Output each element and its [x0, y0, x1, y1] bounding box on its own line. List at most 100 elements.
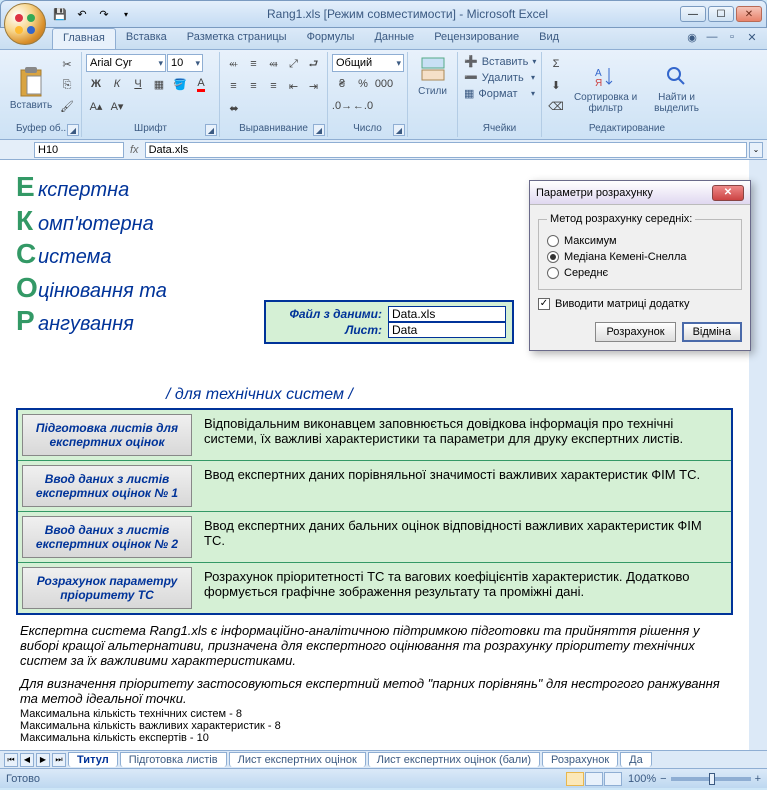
last-sheet-icon[interactable]: ⏭	[52, 753, 66, 767]
dialog-close-button[interactable]: ✕	[712, 185, 744, 201]
menu-btn-calc[interactable]: Розрахунок параметру пріоритету ТС	[22, 567, 192, 609]
clear-icon[interactable]: ⌫	[546, 96, 566, 116]
tab-home[interactable]: Главная	[52, 28, 116, 49]
format-painter-icon[interactable]: 🖌	[57, 96, 77, 116]
sheet-tab-titul[interactable]: Титул	[68, 752, 118, 767]
italic-button[interactable]: К	[107, 74, 127, 94]
menu-btn-input2[interactable]: Ввод даних з листів експертних оцінок № …	[22, 516, 192, 558]
ribbon-close-icon[interactable]: ✕	[743, 28, 761, 46]
autosum-icon[interactable]: Σ	[546, 54, 566, 74]
align-left-icon[interactable]: ≡	[224, 76, 243, 96]
sheet-tab-expert-scores[interactable]: Лист експертних оцінок (бали)	[368, 752, 540, 767]
alignment-dialog-launcher[interactable]: ◢	[313, 124, 325, 136]
sheet-value[interactable]: Data	[388, 322, 506, 338]
tab-formulas[interactable]: Формулы	[297, 28, 365, 49]
sheet-tab-expert[interactable]: Лист експертних оцінок	[229, 752, 366, 767]
dialog-cancel-button[interactable]: Відміна	[682, 322, 742, 342]
menu-btn-input1[interactable]: Ввод даних з листів експертних оцінок № …	[22, 465, 192, 507]
delete-cells-button[interactable]: ➖Удалить	[462, 70, 537, 85]
zoom-level[interactable]: 100%	[628, 773, 656, 785]
menu-btn-prepare[interactable]: Підготовка листів для експертних оцінок	[22, 414, 192, 456]
align-center-icon[interactable]: ≡	[244, 76, 263, 96]
radio-kemeni-snell[interactable]: Медіана Кемені-Снелла	[547, 251, 733, 263]
tab-page-layout[interactable]: Разметка страницы	[177, 28, 297, 49]
number-dialog-launcher[interactable]: ◢	[393, 124, 405, 136]
expand-formula-bar-icon[interactable]: ⌄	[749, 142, 763, 158]
indent-increase-icon[interactable]: ⇥	[304, 76, 323, 96]
ribbon-minimize-icon[interactable]: —	[703, 28, 721, 46]
sheet-tab-calc[interactable]: Розрахунок	[542, 752, 618, 767]
checkbox-output-matrices[interactable]: Виводити матриці додатку	[538, 298, 742, 310]
font-color-icon[interactable]: A	[191, 74, 211, 94]
prev-sheet-icon[interactable]: ◀	[20, 753, 34, 767]
vertical-scrollbar[interactable]: ▲ ▼	[749, 160, 767, 750]
office-button[interactable]	[4, 3, 46, 45]
scroll-up-icon[interactable]: ▲	[751, 160, 766, 174]
fill-color-icon[interactable]: 🪣	[170, 74, 190, 94]
sheet-tab-prep[interactable]: Підготовка листів	[120, 752, 227, 767]
ribbon-restore-icon[interactable]: ▫	[723, 28, 741, 46]
shrink-font-icon[interactable]: A▾	[107, 96, 127, 116]
decrease-decimal-icon[interactable]: ←.0	[353, 96, 373, 116]
file-value[interactable]: Data.xls	[388, 306, 506, 322]
indent-decrease-icon[interactable]: ⇤	[284, 76, 303, 96]
save-icon[interactable]: 💾	[51, 5, 69, 23]
zoom-in-button[interactable]: +	[755, 773, 761, 785]
currency-icon[interactable]: ₴	[332, 74, 352, 94]
underline-button[interactable]: Ч	[128, 74, 148, 94]
orientation-icon[interactable]: ⤢	[284, 54, 303, 74]
fx-icon[interactable]: fx	[130, 144, 139, 156]
tab-insert[interactable]: Вставка	[116, 28, 177, 49]
align-bottom-icon[interactable]: ⬵	[264, 54, 283, 74]
tab-review[interactable]: Рецензирование	[424, 28, 529, 49]
align-top-icon[interactable]: ⬴	[224, 54, 243, 74]
fill-icon[interactable]: ⬇	[546, 75, 566, 95]
wrap-text-icon[interactable]: ⮐	[304, 54, 323, 74]
qat-dropdown-icon[interactable]: ▾	[117, 5, 135, 23]
scrollbar-thumb[interactable]	[752, 174, 765, 224]
increase-decimal-icon[interactable]: .0→	[332, 96, 352, 116]
close-button[interactable]: ✕	[736, 6, 762, 22]
next-sheet-icon[interactable]: ▶	[36, 753, 50, 767]
view-page-layout-icon[interactable]	[585, 772, 603, 786]
cut-icon[interactable]: ✂	[57, 54, 77, 74]
copy-icon[interactable]: ⎘	[57, 75, 77, 95]
name-box[interactable]: H10	[34, 142, 124, 158]
merge-cells-icon[interactable]: ⬌	[224, 98, 244, 118]
ribbon-help-icon[interactable]: ◉	[683, 28, 701, 46]
styles-button[interactable]: Стили	[412, 54, 453, 99]
font-name-combo[interactable]: Arial Cyr	[86, 54, 166, 72]
zoom-out-button[interactable]: −	[660, 773, 666, 785]
scroll-down-icon[interactable]: ▼	[751, 736, 766, 750]
undo-icon[interactable]: ↶	[73, 5, 91, 23]
tab-view[interactable]: Вид	[529, 28, 569, 49]
zoom-slider[interactable]	[671, 777, 751, 781]
find-select-button[interactable]: Найти и выделить	[645, 54, 708, 123]
grow-font-icon[interactable]: A▴	[86, 96, 106, 116]
insert-cells-button[interactable]: ➕Вставить	[462, 54, 537, 69]
align-middle-icon[interactable]: ≡	[244, 54, 263, 74]
percent-icon[interactable]: %	[353, 74, 373, 94]
zoom-thumb[interactable]	[709, 773, 715, 785]
sheet-tab-data[interactable]: Да	[620, 752, 652, 767]
comma-icon[interactable]: 000	[374, 74, 394, 94]
sort-filter-button[interactable]: AЯ Сортировка и фильтр	[569, 54, 642, 123]
paste-button[interactable]: Вставить	[8, 54, 54, 123]
redo-icon[interactable]: ↷	[95, 5, 113, 23]
format-cells-button[interactable]: ▦Формат	[462, 86, 537, 101]
tab-data[interactable]: Данные	[364, 28, 424, 49]
first-sheet-icon[interactable]: ⏮	[4, 753, 18, 767]
radio-maximum[interactable]: Максимум	[547, 235, 733, 247]
clipboard-dialog-launcher[interactable]: ◢	[67, 124, 79, 136]
dialog-titlebar[interactable]: Параметри розрахунку ✕	[530, 181, 750, 205]
formula-input[interactable]: Data.xls	[145, 142, 747, 158]
border-icon[interactable]: ▦	[149, 74, 169, 94]
font-dialog-launcher[interactable]: ◢	[205, 124, 217, 136]
view-normal-icon[interactable]	[566, 772, 584, 786]
maximize-button[interactable]: ☐	[708, 6, 734, 22]
number-format-combo[interactable]: Общий	[332, 54, 404, 72]
minimize-button[interactable]: —	[680, 6, 706, 22]
dialog-ok-button[interactable]: Розрахунок	[595, 322, 675, 342]
bold-button[interactable]: Ж	[86, 74, 106, 94]
font-size-combo[interactable]: 10	[167, 54, 203, 72]
